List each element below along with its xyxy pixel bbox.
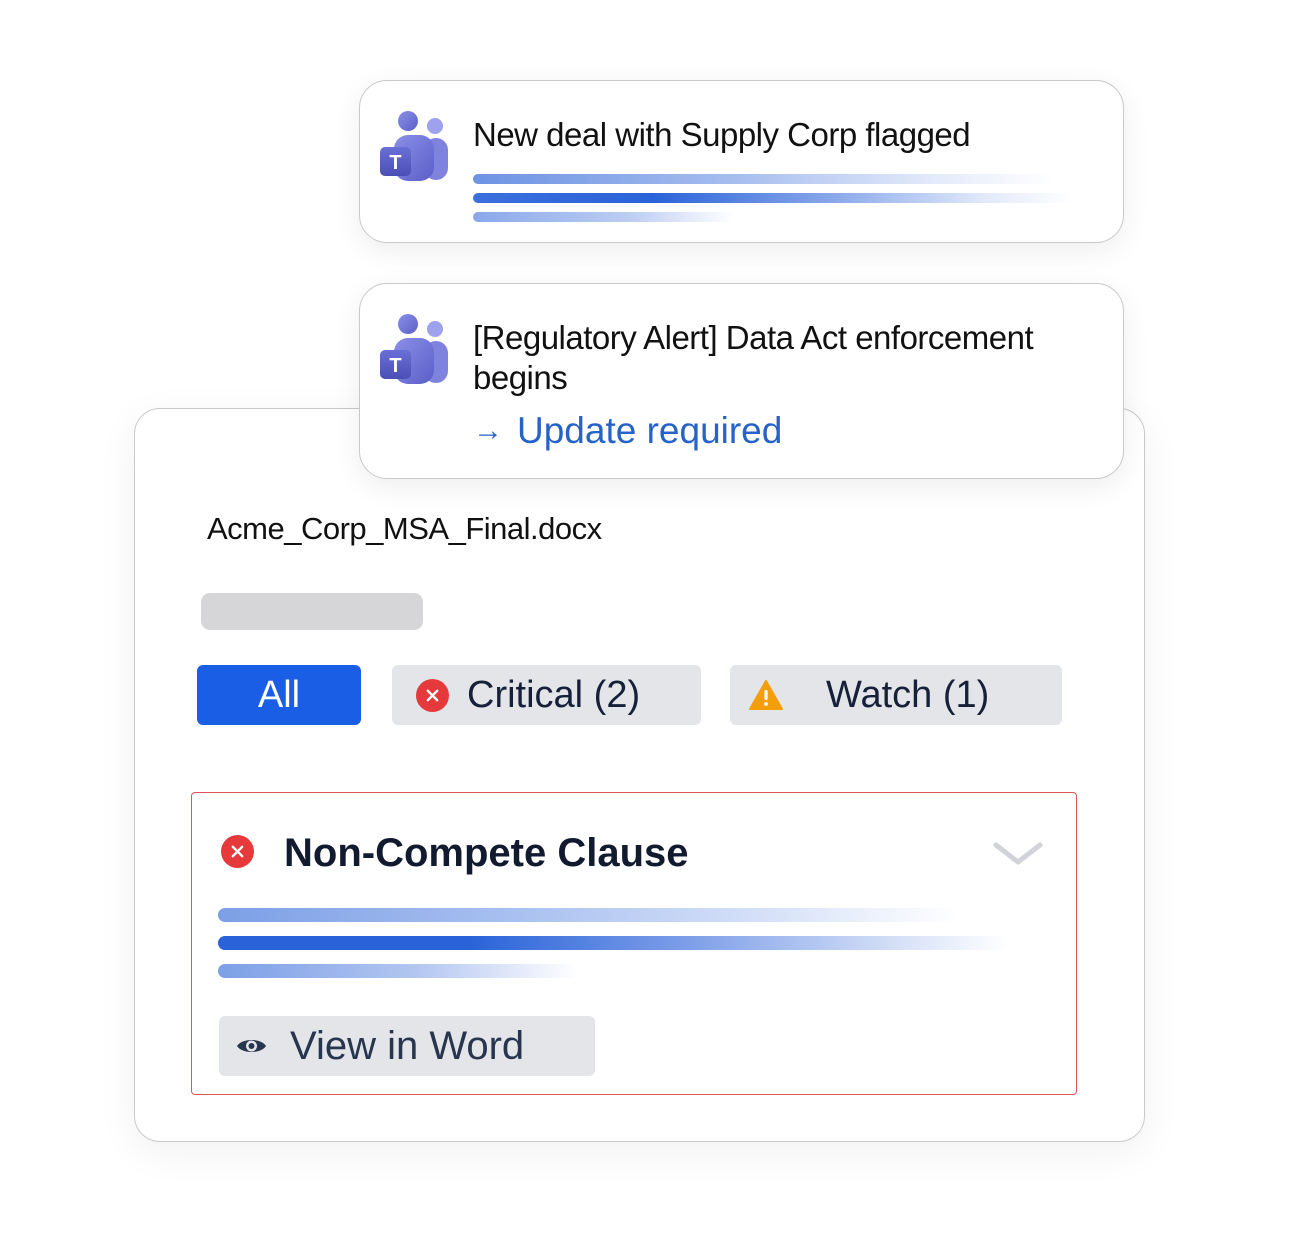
teams-icon: T bbox=[380, 111, 448, 181]
update-required-label: Update required bbox=[517, 410, 783, 451]
notification-title: New deal with Supply Corp flagged bbox=[473, 116, 971, 153]
text-placeholder-line bbox=[218, 964, 578, 978]
warning-icon bbox=[749, 680, 783, 710]
clause-title: Non-Compete Clause bbox=[284, 831, 689, 875]
text-placeholder-line bbox=[218, 936, 1008, 950]
teams-notification[interactable]: T New deal with Supply Corp flagged bbox=[359, 80, 1124, 243]
teams-icon: T bbox=[380, 314, 448, 384]
chevron-down-icon[interactable] bbox=[992, 840, 1044, 868]
filter-all-label: All bbox=[257, 673, 301, 716]
filter-watch-label: Watch (1) bbox=[826, 673, 990, 716]
filter-watch-button[interactable]: Watch (1) bbox=[730, 665, 1062, 725]
notification-title: [Regulatory Alert] Data Act enforcement … bbox=[473, 319, 1034, 396]
filter-critical-button[interactable]: Critical (2) bbox=[392, 665, 701, 725]
text-placeholder-line bbox=[473, 174, 1053, 184]
arrow-right-icon: → bbox=[473, 414, 503, 447]
clause-card[interactable]: Non-Compete Clause View in Word bbox=[191, 792, 1077, 1095]
text-placeholder-line bbox=[473, 193, 1073, 203]
svg-text:T: T bbox=[389, 355, 401, 377]
document-panel: Acme_Corp_MSA_Final.docx All Critical (2… bbox=[134, 408, 1145, 1142]
update-required-link[interactable]: → Update required bbox=[473, 410, 782, 452]
teams-notification[interactable]: T [Regulatory Alert] Data Act enforcemen… bbox=[359, 283, 1124, 479]
filter-all-button[interactable]: All bbox=[197, 665, 361, 725]
view-in-word-label: View in Word bbox=[290, 1023, 525, 1068]
text-placeholder-line bbox=[218, 908, 958, 922]
eye-icon bbox=[237, 1040, 266, 1052]
loading-placeholder bbox=[201, 593, 423, 630]
view-in-word-button[interactable]: View in Word bbox=[219, 1016, 595, 1076]
document-filename: Acme_Corp_MSA_Final.docx bbox=[207, 511, 602, 546]
critical-x-icon bbox=[221, 835, 254, 868]
filter-critical-label: Critical (2) bbox=[467, 673, 641, 716]
svg-text:T: T bbox=[389, 152, 401, 174]
text-placeholder-line bbox=[473, 212, 733, 222]
critical-x-icon bbox=[416, 678, 449, 712]
